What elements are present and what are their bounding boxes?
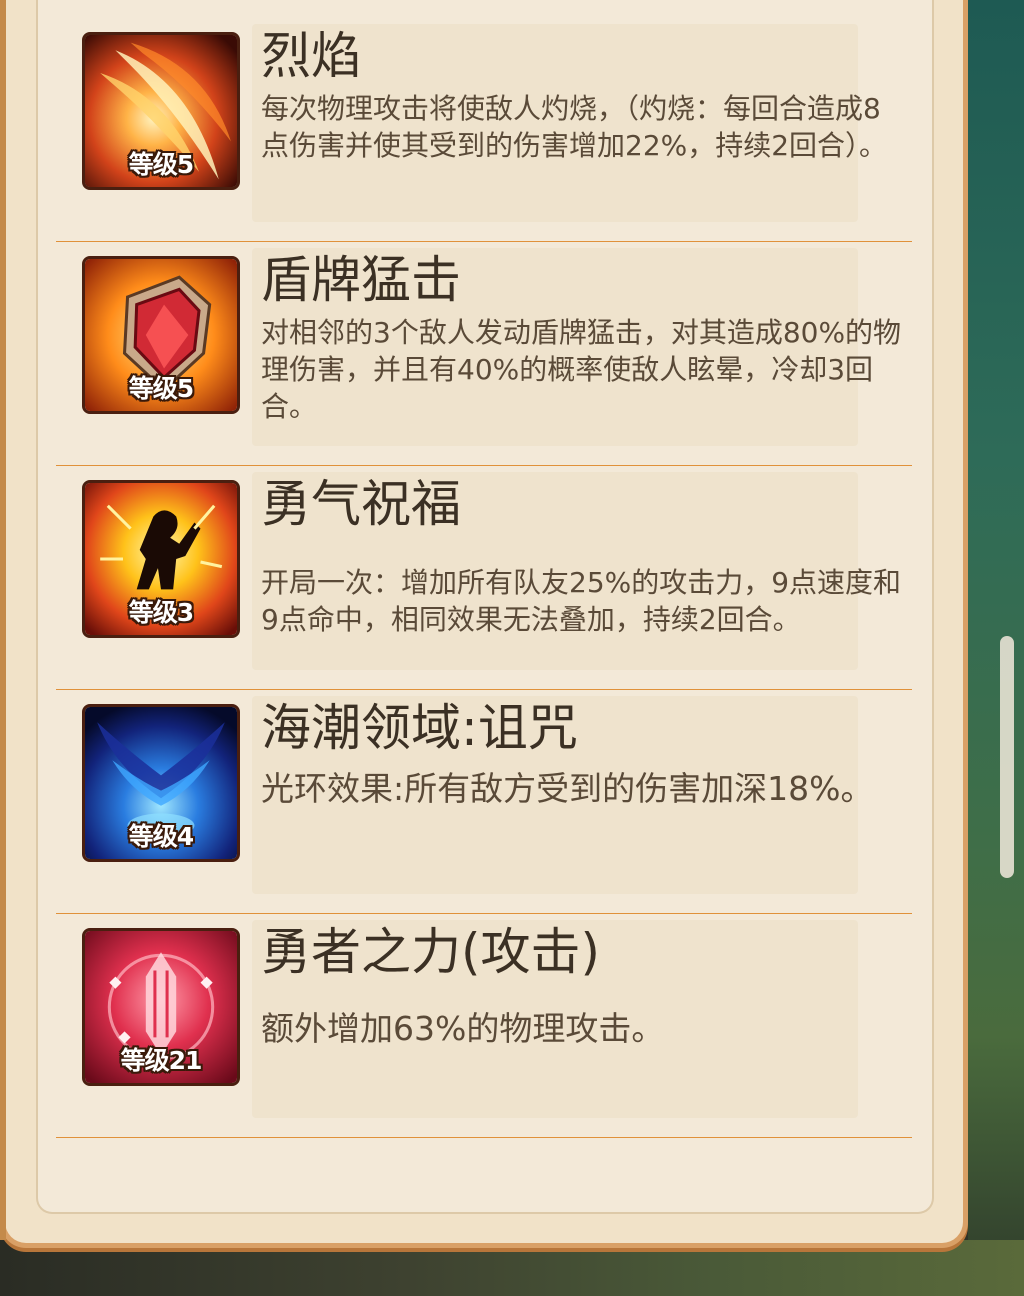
scrollbar[interactable] [1000,636,1014,878]
skill-description: 开局一次：增加所有队友25%的攻击力，9点速度和9点命中，相同效果无法叠加，持续… [261,566,902,636]
skill-item[interactable]: 等级21 勇者之力(攻击) 额外增加63%的物理攻击。 [56,914,912,1138]
skill-name: 海潮领域:诅咒 [261,699,578,757]
panel-left-edge [0,0,6,1240]
skill-name: 盾牌猛击 [261,251,461,309]
skill-level-badge: 等级5 [128,150,194,179]
skill-description: 额外增加63%的物理攻击。 [261,1009,665,1048]
game-background-bottom [0,1240,1024,1296]
skill-name: 烈焰 [261,27,361,85]
flame-slash-icon[interactable]: 等级5 [82,32,240,190]
skill-name: 勇者之力(攻击) [261,923,601,981]
skill-level-badge: 等级4 [128,822,194,851]
skill-description: 每次物理攻击将使敌人灼烧，（灼烧：每回合造成8点伤害并使其受到的伤害增加22%，… [261,92,888,162]
skill-level-badge: 等级21 [120,1046,203,1075]
sword-crest-icon[interactable]: 等级21 [82,928,240,1086]
skill-level-badge: 等级5 [128,374,194,403]
skill-item[interactable]: 等级3 勇气祝福 开局一次：增加所有队友25%的攻击力，9点速度和9点命中，相同… [56,466,912,690]
skill-list: 等级5 烈焰 每次物理攻击将使敌人灼烧，（灼烧：每回合造成8点伤害并使其受到的伤… [56,18,912,1138]
skill-description: 对相邻的3个敌人发动盾牌猛击，对其造成80%的物理伤害，并且有40%的概率使敌人… [261,316,902,423]
game-background-right [968,0,1024,1296]
skill-item[interactable]: 等级5 盾牌猛击 对相邻的3个敌人发动盾牌猛击，对其造成80%的物理伤害，并且有… [56,242,912,466]
skill-description: 光环效果:所有敌方受到的伤害加深18%。 [261,769,874,808]
skill-name: 勇气祝福 [261,475,461,533]
courage-blessing-icon[interactable]: 等级3 [82,480,240,638]
skill-item[interactable]: 等级4 海潮领域:诅咒 光环效果:所有敌方受到的伤害加深18%。 [56,690,912,914]
tide-curse-icon[interactable]: 等级4 [82,704,240,862]
skill-item[interactable]: 等级5 烈焰 每次物理攻击将使敌人灼烧，（灼烧：每回合造成8点伤害并使其受到的伤… [56,18,912,242]
skill-level-badge: 等级3 [128,598,194,627]
shield-bash-icon[interactable]: 等级5 [82,256,240,414]
